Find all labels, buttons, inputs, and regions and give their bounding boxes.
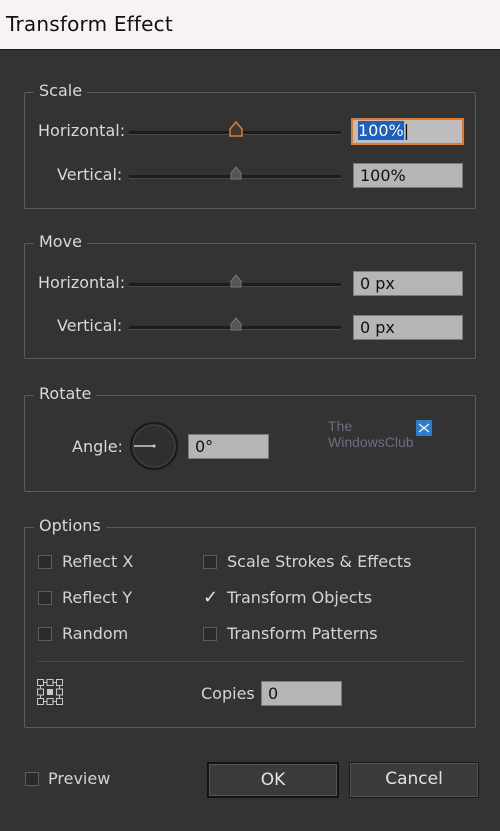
options-legend: Options: [34, 516, 106, 535]
copies-input[interactable]: 0: [261, 681, 342, 706]
angle-input[interactable]: 0°: [188, 434, 269, 459]
random-label[interactable]: Random: [62, 624, 128, 643]
preview-checkbox[interactable]: [25, 772, 39, 786]
scale-vertical-input[interactable]: 100%: [353, 163, 463, 188]
angle-label: Angle:: [72, 437, 123, 456]
angle-dial[interactable]: [129, 421, 179, 471]
watermark-line2: WindowsClub: [328, 434, 414, 450]
selected-text: 100%: [358, 121, 404, 140]
title-bar: Transform Effect: [0, 0, 500, 50]
scale-horizontal-slider[interactable]: [129, 121, 341, 138]
scale-group: Scale: [24, 81, 476, 209]
slider-thumb[interactable]: [229, 165, 243, 181]
scale-horizontal-label: Horizontal:: [38, 121, 126, 140]
move-vertical-slider[interactable]: [129, 317, 341, 333]
reflect-y-checkbox[interactable]: [38, 591, 52, 605]
slider-thumb[interactable]: [229, 273, 243, 289]
random-checkbox[interactable]: [38, 627, 52, 641]
scale-strokes-checkbox[interactable]: [203, 555, 217, 569]
move-legend: Move: [34, 232, 87, 251]
move-vertical-input[interactable]: 0 px: [353, 315, 463, 340]
ok-button[interactable]: OK: [207, 762, 339, 798]
preview-label[interactable]: Preview: [48, 769, 110, 788]
slider-thumb[interactable]: [229, 316, 243, 332]
scale-strokes-label[interactable]: Scale Strokes & Effects: [227, 552, 411, 571]
move-horizontal-input[interactable]: 0 px: [353, 271, 463, 296]
slider-thumb-active[interactable]: [229, 121, 243, 137]
transform-patterns-checkbox[interactable]: [203, 627, 217, 641]
watermark-line1: The: [328, 418, 353, 434]
move-group: Move: [24, 232, 476, 359]
move-vertical-label: Vertical:: [57, 316, 123, 335]
windows-logo-icon: [416, 420, 432, 436]
transform-patterns-label[interactable]: Transform Patterns: [227, 624, 378, 643]
scale-horizontal-input[interactable]: 100%|: [351, 118, 464, 145]
scale-legend: Scale: [34, 81, 88, 100]
transform-objects-label[interactable]: Transform Objects: [227, 588, 372, 607]
reference-point-icon[interactable]: [36, 678, 64, 706]
scale-vertical-label: Vertical:: [57, 165, 123, 184]
copies-label: Copies: [201, 684, 255, 703]
move-horizontal-label: Horizontal:: [38, 273, 126, 292]
options-divider: [38, 661, 465, 662]
cancel-button[interactable]: Cancel: [349, 762, 479, 798]
move-horizontal-slider[interactable]: [129, 274, 341, 290]
reflect-y-label[interactable]: Reflect Y: [62, 588, 132, 607]
reflect-x-label[interactable]: Reflect X: [62, 552, 133, 571]
checkmark-icon[interactable]: ✓: [203, 589, 218, 607]
scale-vertical-slider[interactable]: [129, 166, 341, 182]
dialog-title: Transform Effect: [6, 12, 173, 36]
reflect-x-checkbox[interactable]: [38, 555, 52, 569]
watermark: The WindowsClub: [328, 418, 448, 458]
rotate-legend: Rotate: [34, 384, 97, 403]
